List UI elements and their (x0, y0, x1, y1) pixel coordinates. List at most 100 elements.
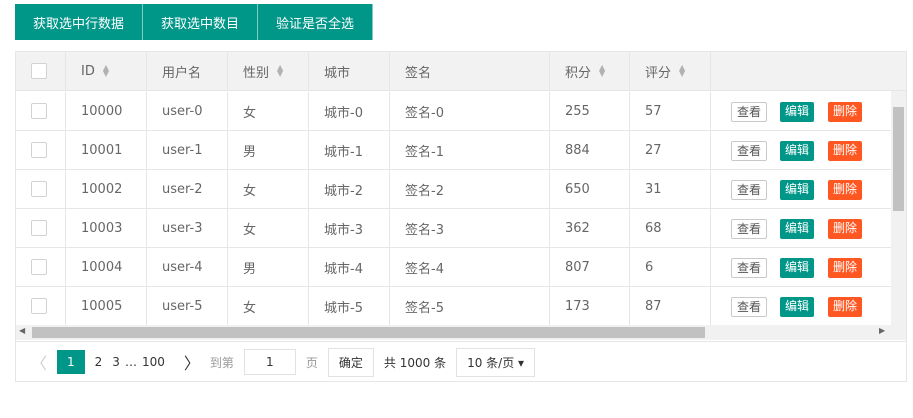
scroll-left-icon[interactable]: ◀ (19, 326, 25, 335)
table-cell: 女 (228, 170, 309, 208)
view-button[interactable]: 查看 (731, 180, 768, 200)
table-cell: 女 (228, 209, 309, 247)
page-input[interactable]: 1 (243, 349, 296, 375)
ellipsis: … (124, 355, 137, 369)
checkbox-cell (16, 92, 66, 130)
header-rating[interactable]: 评分 ▲ ▼ (630, 52, 711, 90)
table-cell: user-4 (147, 248, 228, 286)
actions-cell: 查看 编辑 删除 (711, 92, 891, 130)
table-cell: 城市-1 (309, 131, 390, 169)
header-label: 积分 (565, 65, 592, 81)
edit-button[interactable]: 编辑 (780, 219, 815, 239)
edit-button[interactable]: 编辑 (780, 102, 815, 122)
table-cell: 城市-4 (309, 248, 390, 286)
table-cell: 10000 (66, 92, 147, 130)
sort-icon[interactable]: ▲ ▼ (103, 64, 109, 78)
get-checked-count-button[interactable]: 获取选中数目 (143, 4, 259, 40)
table-cell: 87 (630, 287, 711, 325)
horizontal-scrollbar[interactable]: ◀ ▶ (16, 325, 906, 340)
prev-page-button[interactable]: 〈 (31, 350, 47, 374)
table-cell: 城市-3 (309, 209, 390, 247)
table-cell: 女 (228, 287, 309, 325)
row-checkbox[interactable] (31, 298, 47, 314)
scroll-thumb[interactable] (893, 107, 904, 211)
table-cell: 10002 (66, 170, 147, 208)
edit-button[interactable]: 编辑 (780, 180, 815, 200)
table-row[interactable]: 10004 user-4 男城市-4 签名-4 807 6 查看 编辑 删除 (16, 248, 891, 287)
table-cell: 6 (630, 248, 711, 286)
sort-icon[interactable]: ▲ ▼ (599, 64, 605, 78)
header-score[interactable]: 积分 ▲ ▼ (550, 52, 630, 90)
header-actions (711, 52, 906, 90)
table-row[interactable]: 10002 user-2 女城市-2 签名-2 650 31 查看 编辑 删除 (16, 170, 891, 209)
view-button[interactable]: 查看 (731, 219, 768, 239)
table-cell: 签名-4 (390, 248, 550, 286)
check-all-selected-button[interactable]: 验证是否全选 (258, 4, 374, 40)
page-1[interactable]: 1 (57, 350, 85, 374)
header-city: 城市 (309, 52, 390, 90)
header-sign: 签名 (390, 52, 550, 90)
delete-button[interactable]: 删除 (828, 102, 863, 122)
next-page-button[interactable]: 〉 (184, 350, 200, 374)
row-checkbox[interactable] (31, 181, 47, 197)
table-cell: user-2 (147, 170, 228, 208)
table-cell: 签名-5 (390, 287, 550, 325)
table-cell: 男 (228, 248, 309, 286)
select-all-checkbox[interactable] (31, 63, 47, 79)
view-button[interactable]: 查看 (731, 258, 768, 278)
page-last[interactable]: 100 (142, 355, 165, 369)
page-2[interactable]: 2 (95, 355, 103, 369)
checkbox-cell (16, 287, 66, 325)
table-cell: 签名-2 (390, 170, 550, 208)
table-row[interactable]: 10005 user-5 女城市-5 签名-5 173 87 查看 编辑 删除 (16, 287, 891, 326)
row-checkbox[interactable] (31, 142, 47, 158)
get-checked-rows-button[interactable]: 获取选中行数据 (15, 4, 144, 40)
table-cell: user-1 (147, 131, 228, 169)
scroll-thumb[interactable] (32, 327, 705, 338)
delete-button[interactable]: 删除 (828, 258, 863, 278)
vertical-scrollbar[interactable] (891, 91, 906, 325)
table-cell: 10001 (66, 131, 147, 169)
table-row[interactable]: 10003 user-3 女城市-3 签名-3 362 68 查看 编辑 删除 (16, 209, 891, 248)
confirm-button[interactable]: 确定 (327, 347, 374, 377)
edit-button[interactable]: 编辑 (780, 141, 815, 161)
scroll-right-icon[interactable]: ▶ (879, 326, 885, 335)
table-cell: 10003 (66, 209, 147, 247)
checkbox-cell (16, 248, 66, 286)
view-button[interactable]: 查看 (731, 102, 768, 122)
table-cell: user-5 (147, 287, 228, 325)
delete-button[interactable]: 删除 (828, 219, 863, 239)
header-id[interactable]: ID ▲ ▼ (66, 52, 147, 90)
pagination: 〈 1 2 3 … 100 〉 到第 1 页 确定 共 1000 条 10 条/… (16, 341, 906, 382)
table-cell: 807 (550, 248, 630, 286)
actions-cell: 查看 编辑 删除 (711, 170, 891, 208)
row-checkbox[interactable] (31, 259, 47, 275)
table-cell: user-3 (147, 209, 228, 247)
actions-cell: 查看 编辑 删除 (711, 131, 891, 169)
delete-button[interactable]: 删除 (828, 297, 863, 317)
page-unit: 页 (305, 355, 318, 370)
checkbox-cell (16, 209, 66, 247)
table-cell: 31 (630, 170, 711, 208)
table-cell: 签名-3 (390, 209, 550, 247)
row-checkbox[interactable] (31, 103, 47, 119)
checkbox-cell (16, 131, 66, 169)
page-size-select[interactable]: 10 条/页 ▾ (456, 347, 536, 377)
page-3[interactable]: 3 (112, 355, 120, 369)
sort-icon[interactable]: ▲ ▼ (277, 64, 283, 78)
checkbox-cell (16, 170, 66, 208)
table-row[interactable]: 10000 user-0 女城市-0 签名-0 255 57 查看 编辑 删除 (16, 92, 891, 131)
view-button[interactable]: 查看 (731, 297, 768, 317)
delete-button[interactable]: 删除 (828, 180, 863, 200)
table-cell: 女 (228, 92, 309, 130)
header-label: 签名 (405, 65, 432, 81)
edit-button[interactable]: 编辑 (780, 258, 815, 278)
delete-button[interactable]: 删除 (828, 141, 863, 161)
table-row[interactable]: 10001 user-1 男城市-1 签名-1 884 27 查看 编辑 删除 (16, 131, 891, 170)
header-label: 性别 (243, 65, 270, 81)
row-checkbox[interactable] (31, 220, 47, 236)
sort-icon[interactable]: ▲ ▼ (679, 64, 685, 78)
view-button[interactable]: 查看 (731, 141, 768, 161)
header-sex[interactable]: 性别 ▲ ▼ (228, 52, 309, 90)
edit-button[interactable]: 编辑 (780, 297, 815, 317)
